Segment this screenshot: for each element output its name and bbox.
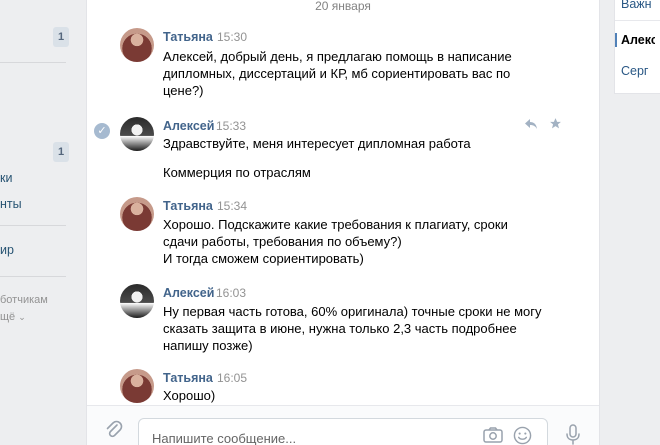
left-navigation: 1 1 ки нты ир ботчикам щё ⌄ (0, 0, 80, 445)
message-line: дипломных, диссертаций и КР, мб сориенти… (163, 66, 511, 81)
avatar[interactable] (120, 28, 154, 62)
message-author[interactable]: Татьяна (163, 199, 213, 213)
message-time: 15:34 (217, 199, 248, 213)
nav-item[interactable]: ки (0, 170, 70, 186)
message-line: Алексей, добрый день, я предлагаю помощь… (163, 49, 512, 64)
message-line: напишу позже) (163, 338, 253, 353)
side-panel-item-active[interactable]: Алекс (615, 33, 655, 47)
reply-icon[interactable] (524, 117, 538, 133)
message-author[interactable]: Алексей (163, 286, 214, 300)
message-author[interactable]: Татьяна (163, 30, 213, 44)
side-panel-divider (615, 20, 660, 21)
avatar[interactable] (120, 197, 154, 231)
message-line: Хорошо. Подскажите какие требования к пл… (163, 217, 508, 232)
avatar[interactable] (120, 284, 154, 318)
microphone-icon[interactable] (565, 424, 581, 445)
paperclip-icon[interactable] (105, 420, 123, 443)
nav-counter-badge: 1 (53, 142, 69, 162)
message-line: Коммерция по отраслям (163, 165, 311, 180)
message-time: 16:05 (217, 371, 248, 385)
message-time: 15:30 (217, 30, 248, 44)
message-line: Здравствуйте, меня интересует дипломная … (163, 136, 471, 151)
message-text: Хорошо. Подскажите какие требования к пл… (163, 216, 543, 267)
message-line: Ну первая часть готова, 60% оригинала) т… (163, 304, 542, 319)
avatar[interactable] (120, 117, 154, 151)
message-line: сказать защита в июне, нужна только 2,3 … (163, 321, 517, 336)
footer-more-link[interactable]: щё ⌄ (0, 311, 80, 323)
camera-icon[interactable] (483, 427, 503, 445)
date-separator: 20 января (315, 0, 371, 13)
avatar[interactable] (120, 369, 154, 403)
message-line: И тогда сможем сориентировать) (163, 251, 364, 266)
message-input-placeholder: Напишите сообщение... (152, 431, 297, 445)
message-composer: Напишите сообщение... (87, 405, 599, 445)
nav-item[interactable]: ир (0, 242, 70, 258)
star-icon[interactable] (549, 117, 562, 133)
message-time: 15:33 (216, 119, 247, 133)
message-line: цене?) (163, 83, 204, 98)
message-line (163, 152, 543, 164)
chevron-down-icon: ⌄ (18, 312, 26, 322)
message-text: Хорошо) (163, 387, 543, 404)
nav-divider (0, 62, 66, 63)
nav-divider (0, 276, 66, 277)
nav-counter-badge: 1 (53, 27, 69, 47)
message-text: Здравствуйте, меня интересует дипломная … (163, 135, 543, 181)
nav-item[interactable]: нты (0, 196, 70, 212)
smile-icon[interactable] (513, 426, 532, 445)
nav-divider (0, 225, 66, 226)
message-line: Хорошо) (163, 388, 216, 403)
message-time: 16:03 (216, 286, 247, 300)
read-check-icon: ✓ (94, 123, 110, 139)
footer-link[interactable]: ботчикам (0, 294, 80, 306)
message-text: Ну первая часть готова, 60% оригинала) т… (163, 303, 543, 354)
conversations-side-panel: Важн Алекс Серг (614, 0, 660, 94)
footer-more-label: щё (0, 311, 16, 323)
side-panel-item[interactable]: Серг (621, 64, 660, 78)
message-text: Алексей, добрый день, я предлагаю помощь… (163, 48, 543, 99)
conversation-panel: 20 января Татьяна 15:30 Алексей, добрый … (86, 0, 600, 445)
message-author[interactable]: Алексей (163, 119, 214, 133)
message-line: сдачи работы, требования по объему?) (163, 234, 402, 249)
side-panel-item[interactable]: Важн (621, 0, 660, 11)
message-author[interactable]: Татьяна (163, 371, 213, 385)
